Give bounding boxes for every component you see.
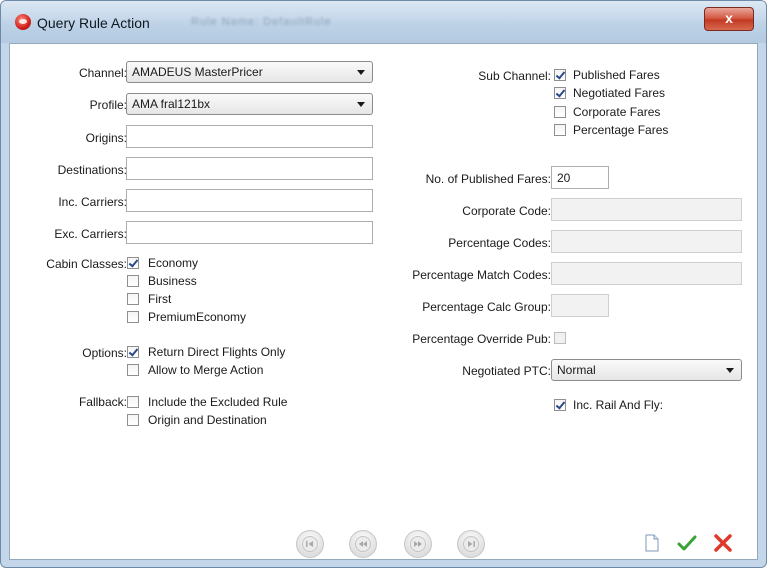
percentage-override-pub-checkbox[interactable] bbox=[554, 332, 566, 344]
next-record-button[interactable] bbox=[404, 530, 432, 558]
premium-economy-checkbox[interactable] bbox=[127, 311, 139, 323]
confirm-check-icon bbox=[677, 535, 697, 551]
negotiated-fares-label: Negotiated Fares bbox=[573, 86, 666, 100]
previous-record-glyph bbox=[359, 541, 367, 547]
origins-input[interactable] bbox=[126, 125, 373, 148]
channel-select-value: AMADEUS MasterPricer bbox=[132, 65, 263, 79]
query-rule-action-window: Query Rule Action Rule Name: DefaultRule… bbox=[0, 0, 767, 568]
first-record-glyph bbox=[306, 541, 313, 547]
first-record-button[interactable] bbox=[296, 530, 324, 558]
percentage-calc-group-input[interactable] bbox=[551, 294, 609, 317]
last-record-button[interactable] bbox=[457, 530, 485, 558]
negotiated-fares-checkbox[interactable] bbox=[554, 87, 566, 99]
published-fares-checkbox[interactable] bbox=[554, 69, 566, 81]
channel-label: Channel: bbox=[78, 66, 127, 80]
include-excluded-rule-checkbox[interactable] bbox=[127, 396, 139, 408]
negotiated-ptc-label: Negotiated PTC: bbox=[462, 364, 551, 378]
percentage-calc-group-label: Percentage Calc Group: bbox=[422, 300, 551, 314]
published-fares-label: Published Fares bbox=[573, 68, 660, 82]
corporate-code-input[interactable] bbox=[551, 198, 742, 221]
return-direct-flights-label: Return Direct Flights Only bbox=[148, 345, 286, 359]
app-logo-icon bbox=[15, 14, 31, 30]
new-document-button[interactable] bbox=[641, 532, 663, 554]
destinations-input[interactable] bbox=[126, 157, 373, 180]
percentage-match-codes-label: Percentage Match Codes: bbox=[412, 268, 551, 282]
return-direct-flights-checkbox[interactable] bbox=[127, 346, 139, 358]
percentage-codes-input[interactable] bbox=[551, 230, 742, 253]
economy-label: Economy bbox=[148, 256, 199, 270]
destinations-label: Destinations: bbox=[57, 163, 127, 177]
percentage-fares-label: Percentage Fares bbox=[573, 123, 669, 137]
exc-carriers-label: Exc. Carriers: bbox=[54, 227, 127, 241]
profile-select[interactable]: AMA fral121bx bbox=[126, 93, 373, 115]
negotiated-ptc-select-value: Normal bbox=[557, 363, 596, 377]
sub-channel-label: Sub Channel: bbox=[478, 69, 551, 83]
chevron-down-icon bbox=[726, 368, 734, 373]
confirm-button[interactable] bbox=[676, 532, 698, 554]
corporate-fares-label: Corporate Fares bbox=[573, 105, 661, 119]
new-document-icon bbox=[645, 534, 659, 552]
corporate-code-label: Corporate Code: bbox=[462, 204, 551, 218]
num-published-fares-input[interactable]: 20 bbox=[551, 166, 609, 189]
cabin-classes-label: Cabin Classes: bbox=[46, 257, 127, 271]
options-label: Options: bbox=[82, 346, 127, 360]
business-checkbox[interactable] bbox=[127, 275, 139, 287]
first-checkbox[interactable] bbox=[127, 293, 139, 305]
chevron-down-icon bbox=[357, 70, 365, 75]
corporate-fares-checkbox[interactable] bbox=[554, 106, 566, 118]
inc-rail-and-fly-label: Inc. Rail And Fly: bbox=[573, 398, 664, 412]
chevron-down-icon bbox=[357, 102, 365, 107]
origin-destination-label: Origin and Destination bbox=[148, 413, 267, 427]
business-label: Business bbox=[148, 274, 197, 288]
premium-economy-label: PremiumEconomy bbox=[148, 310, 247, 324]
last-record-glyph bbox=[468, 541, 475, 547]
first-label: First bbox=[148, 292, 172, 306]
inc-carriers-input[interactable] bbox=[126, 189, 373, 212]
percentage-fares-checkbox[interactable] bbox=[554, 124, 566, 136]
previous-record-button[interactable] bbox=[349, 530, 377, 558]
profile-label: Profile: bbox=[89, 98, 127, 112]
inc-carriers-label: Inc. Carriers: bbox=[58, 195, 127, 209]
dialog-body: Channel: AMADEUS MasterPricer Profile: A… bbox=[9, 43, 758, 560]
window-title: Query Rule Action bbox=[37, 15, 150, 31]
close-button[interactable]: x bbox=[704, 7, 754, 31]
inc-rail-and-fly-checkbox[interactable] bbox=[554, 399, 566, 411]
economy-checkbox[interactable] bbox=[127, 257, 139, 269]
origin-destination-checkbox[interactable] bbox=[127, 414, 139, 426]
ghost-window-title: Rule Name: DefaultRule bbox=[191, 16, 332, 28]
title-bar[interactable]: Query Rule Action Rule Name: DefaultRule… bbox=[1, 1, 766, 43]
num-published-fares-label: No. of Published Fares: bbox=[425, 172, 551, 186]
next-record-glyph bbox=[414, 541, 422, 547]
percentage-codes-label: Percentage Codes: bbox=[448, 236, 551, 250]
fallback-label: Fallback: bbox=[78, 395, 127, 409]
negotiated-ptc-select[interactable]: Normal bbox=[551, 359, 742, 381]
percentage-match-codes-input[interactable] bbox=[551, 262, 742, 285]
exc-carriers-input[interactable] bbox=[126, 221, 373, 244]
cancel-x-icon bbox=[714, 534, 732, 552]
percentage-override-pub-label: Percentage Override Pub: bbox=[412, 332, 551, 346]
allow-merge-action-label: Allow to Merge Action bbox=[148, 363, 264, 377]
allow-merge-action-checkbox[interactable] bbox=[127, 364, 139, 376]
include-excluded-rule-label: Include the Excluded Rule bbox=[148, 395, 288, 409]
channel-select[interactable]: AMADEUS MasterPricer bbox=[126, 61, 373, 83]
profile-select-value: AMA fral121bx bbox=[132, 97, 211, 111]
cancel-button[interactable] bbox=[712, 532, 734, 554]
origins-label: Origins: bbox=[85, 131, 127, 145]
